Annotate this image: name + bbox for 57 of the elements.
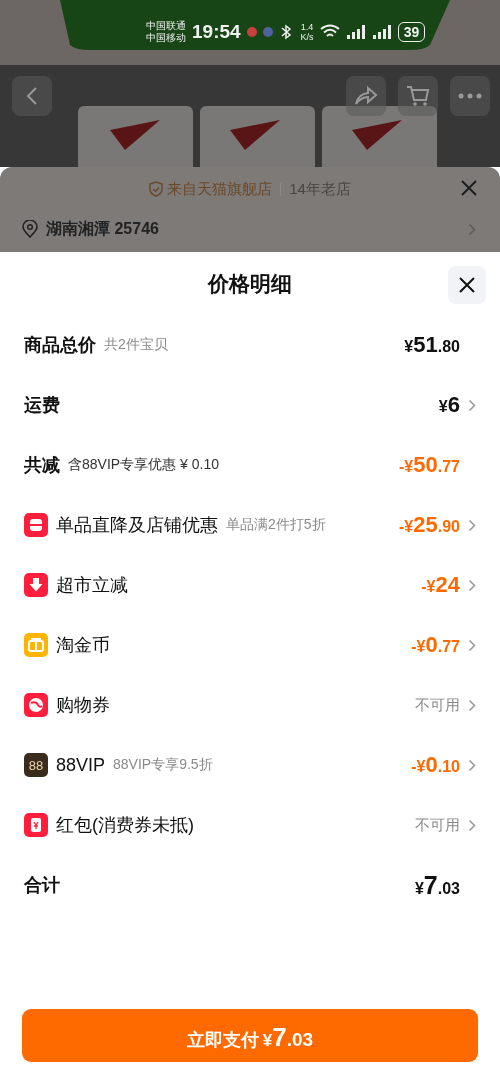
- row-label: 超市立减: [56, 574, 128, 597]
- amount-text: -¥25.90: [399, 512, 460, 538]
- signal-icon: [345, 25, 366, 39]
- back-button[interactable]: [12, 76, 52, 116]
- amount-text: -¥0.10: [411, 752, 460, 778]
- store-source: 来自天猫旗舰店: [167, 179, 273, 199]
- coin-icon: [24, 633, 48, 657]
- battery-level: 39: [397, 22, 426, 42]
- row-label: 运费: [24, 394, 60, 417]
- chevron-icon: [468, 222, 476, 236]
- row-label: 红包(消费券未抵): [56, 814, 194, 837]
- network-speed: 1.4: [300, 22, 314, 32]
- carrier-name: 中国联通: [146, 20, 186, 32]
- row-note: 单品满2件打5折: [226, 516, 326, 534]
- clock-time: 19:54: [192, 21, 241, 43]
- amount-text: ¥7.03: [414, 870, 460, 900]
- coupon-icon: [24, 693, 48, 717]
- store-icon: [24, 513, 48, 537]
- envelope-icon: [24, 813, 48, 837]
- amount-text: -¥0.77: [411, 632, 460, 658]
- amount-text: ¥51.80: [404, 332, 460, 358]
- amount-text: -¥24: [421, 572, 460, 598]
- network-speed-unit: K/s: [300, 32, 314, 42]
- vip-badge-icon: 88: [24, 753, 48, 777]
- row-label: 共减: [24, 454, 60, 477]
- share-button[interactable]: [346, 76, 386, 116]
- close-button[interactable]: [448, 266, 486, 304]
- close-icon: [458, 276, 476, 294]
- row-label: 淘金币: [56, 634, 110, 657]
- amount-text: -¥50.77: [399, 452, 460, 478]
- signal-icon: [371, 25, 392, 39]
- pay-now-button[interactable]: 立即支付 ¥7.03: [22, 1009, 478, 1062]
- more-button[interactable]: [450, 76, 490, 116]
- row-label: 单品直降及店铺优惠: [56, 514, 218, 537]
- share-icon: [354, 86, 378, 106]
- row-label: 合计: [24, 874, 60, 897]
- cart-icon: [406, 85, 430, 107]
- delivery-address[interactable]: 湖南湘潭 25746: [46, 218, 460, 240]
- notification-icon: [246, 27, 257, 37]
- row-label: 购物券: [56, 694, 110, 717]
- more-icon: [458, 93, 482, 99]
- row-note: 共2件宝贝: [104, 336, 168, 354]
- amount-text: ¥6: [438, 392, 460, 418]
- back-icon: [25, 86, 39, 106]
- cart-button[interactable]: [398, 76, 438, 116]
- location-pin-icon: [22, 220, 38, 238]
- sheet-title: 价格明细: [208, 270, 292, 297]
- row-label: 商品总价: [24, 334, 96, 357]
- status-text: 不可用: [415, 695, 460, 715]
- notification-icon: [262, 27, 273, 37]
- status-text: 不可用: [415, 815, 460, 835]
- close-icon[interactable]: [460, 179, 478, 197]
- carrier-name: 中国移动: [146, 32, 186, 44]
- row-note: 含88VIP专享优惠 ¥ 0.10: [68, 456, 219, 474]
- row-label: 88VIP: [56, 754, 106, 776]
- shield-icon: [149, 181, 164, 197]
- row-note: 88VIP专享9.5折: [113, 756, 213, 774]
